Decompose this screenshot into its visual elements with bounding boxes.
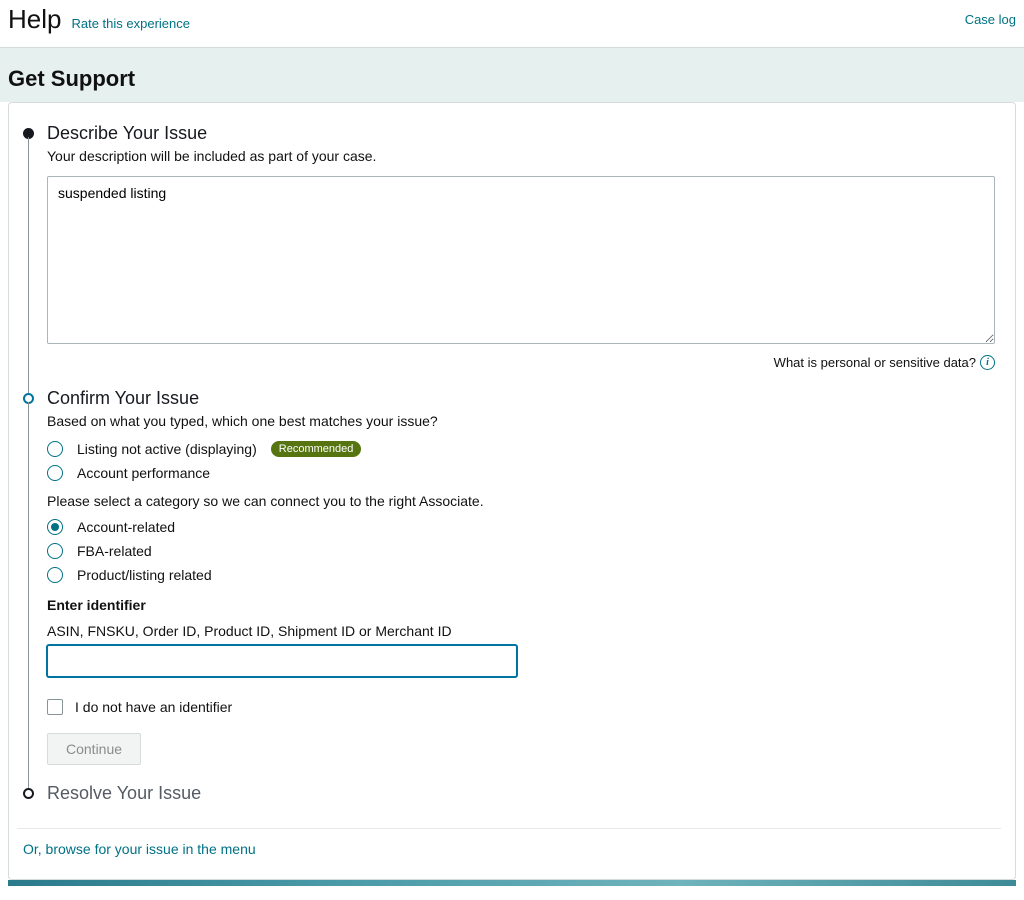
step-resolve: Resolve Your Issue (23, 783, 995, 804)
page-title: Help (8, 4, 61, 35)
no-identifier-row[interactable]: I do not have an identifier (47, 699, 995, 715)
case-log-link[interactable]: Case log (965, 12, 1016, 27)
radio-icon[interactable] (47, 441, 63, 457)
category-option[interactable]: FBA-related (47, 543, 995, 559)
no-identifier-checkbox[interactable] (47, 699, 63, 715)
identifier-label: Enter identifier (47, 597, 995, 613)
issue-match-option[interactable]: Account performance (47, 465, 995, 481)
steps: Describe Your Issue Your description wil… (23, 123, 995, 804)
identifier-input[interactable] (47, 645, 517, 677)
info-icon[interactable]: i (980, 355, 995, 370)
step-confirm-subtitle: Based on what you typed, which one best … (47, 413, 995, 429)
step-resolve-title: Resolve Your Issue (47, 783, 995, 804)
sensitive-data-link[interactable]: What is personal or sensitive data? (774, 355, 976, 370)
continue-button[interactable]: Continue (47, 733, 141, 765)
radio-label: Listing not active (displaying) (77, 441, 257, 457)
step-describe-subtitle: Your description will be included as par… (47, 148, 995, 164)
rate-experience-link[interactable]: Rate this experience (71, 16, 190, 31)
step-confirm: Confirm Your Issue Based on what you typ… (23, 388, 995, 765)
category-prompt: Please select a category so we can conne… (47, 493, 995, 509)
recommended-badge: Recommended (271, 441, 362, 457)
support-card: Describe Your Issue Your description wil… (8, 102, 1016, 880)
identifier-hint: ASIN, FNSKU, Order ID, Product ID, Shipm… (47, 623, 995, 639)
step-line (28, 402, 29, 797)
step-confirm-title: Confirm Your Issue (47, 388, 995, 409)
category-option[interactable]: Account-related (47, 519, 995, 535)
step-dot-icon (23, 788, 34, 799)
browse-issue-link[interactable]: Or, browse for your issue in the menu (23, 841, 256, 857)
radio-label: Product/listing related (77, 567, 212, 583)
step-line (28, 137, 29, 402)
banner: Get Support (0, 48, 1024, 102)
divider (17, 828, 1001, 829)
radio-icon[interactable] (47, 465, 63, 481)
no-identifier-label: I do not have an identifier (75, 699, 232, 715)
radio-icon[interactable] (47, 567, 63, 583)
radio-icon[interactable] (47, 519, 63, 535)
sensitive-data-row: What is personal or sensitive data? i (47, 355, 995, 370)
radio-label: FBA-related (77, 543, 152, 559)
step-describe: Describe Your Issue Your description wil… (23, 123, 995, 370)
issue-match-option[interactable]: Listing not active (displaying) Recommend… (47, 441, 995, 457)
step-describe-title: Describe Your Issue (47, 123, 995, 144)
topbar-left: Help Rate this experience (8, 4, 190, 35)
category-option[interactable]: Product/listing related (47, 567, 995, 583)
top-bar: Help Rate this experience Case log (0, 0, 1024, 48)
radio-icon[interactable] (47, 543, 63, 559)
radio-label: Account performance (77, 465, 210, 481)
banner-title: Get Support (8, 66, 1016, 92)
issue-description-input[interactable] (47, 176, 995, 344)
radio-label: Account-related (77, 519, 175, 535)
bottom-strip (8, 880, 1016, 886)
